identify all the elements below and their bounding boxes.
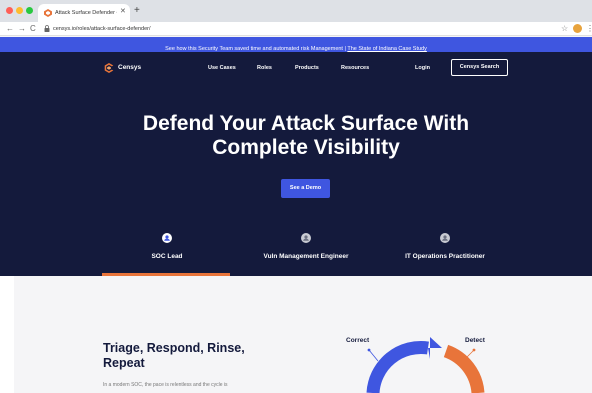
cycle-label-detect: Detect [465,337,485,344]
url-input[interactable]: censys.io/roles/attack-surface-defender/ [53,24,151,34]
censys-favicon-icon [44,9,52,17]
nav-roles[interactable]: Roles [257,62,272,74]
nav-use-cases[interactable]: Use Cases [208,62,236,74]
see-demo-button[interactable]: See a Demo [281,179,330,198]
censys-logo-icon [104,63,114,73]
tab-title: Attack Surface Defender • Cen [55,10,117,16]
minimize-window-button[interactable] [16,7,23,14]
content-section [14,276,592,393]
cycle-arrow-icon [428,337,442,359]
address-toolbar: ← → C censys.io/roles/attack-surface-def… [0,22,592,36]
vuln-engineer-icon[interactable] [301,233,311,243]
bookmark-star-icon[interactable]: ☆ [561,23,568,35]
content-edge [0,276,14,393]
back-button[interactable]: ← [6,23,14,35]
lock-icon[interactable] [44,25,50,32]
section-body: In a modern SOC, the pace is relentless … [103,382,228,388]
new-tab-button[interactable]: + [134,5,140,17]
tab-bar: Attack Surface Defender • Cen ✕ + [0,0,592,22]
extension-icon[interactable] [573,24,582,33]
login-link[interactable]: Login [415,62,430,74]
censys-search-button[interactable]: Censys Search [451,59,508,76]
tab-close-icon[interactable]: ✕ [120,7,126,17]
nav-resources[interactable]: Resources [341,62,369,74]
reload-button[interactable]: C [30,23,36,35]
tab-vuln-management-engineer[interactable]: Vuln Management Engineer [246,252,366,262]
soc-lead-icon[interactable] [162,233,172,243]
maximize-window-button[interactable] [26,7,33,14]
nav-products[interactable]: Products [295,62,319,74]
browser-menu-icon[interactable]: ⋮ [586,23,592,35]
close-window-button[interactable] [6,7,13,14]
forward-button[interactable]: → [18,23,26,35]
hero-title: Defend Your Attack Surface With Complete… [96,112,516,160]
tab-soc-lead[interactable]: SOC Lead [134,252,200,262]
hero-section: Censys Use Cases Roles Products Resource… [0,52,592,276]
section-title: Triage, Respond, Rinse, Repeat [103,341,245,370]
hero-title-line-2: Complete Visibility [212,136,400,159]
tab-it-operations-practitioner[interactable]: IT Operations Practitioner [385,252,505,262]
cycle-label-correct: Correct [346,337,370,344]
logo-text: Censys [118,64,142,71]
it-operations-icon[interactable] [440,233,450,243]
browser-window: Attack Surface Defender • Cen ✕ + ← → C … [0,0,592,393]
hero-title-line-1: Defend Your Attack Surface With [142,112,470,135]
browser-tab[interactable]: Attack Surface Defender • Cen ✕ [38,4,130,22]
announcement-bar: See how this Security Team saved time an… [0,37,592,52]
